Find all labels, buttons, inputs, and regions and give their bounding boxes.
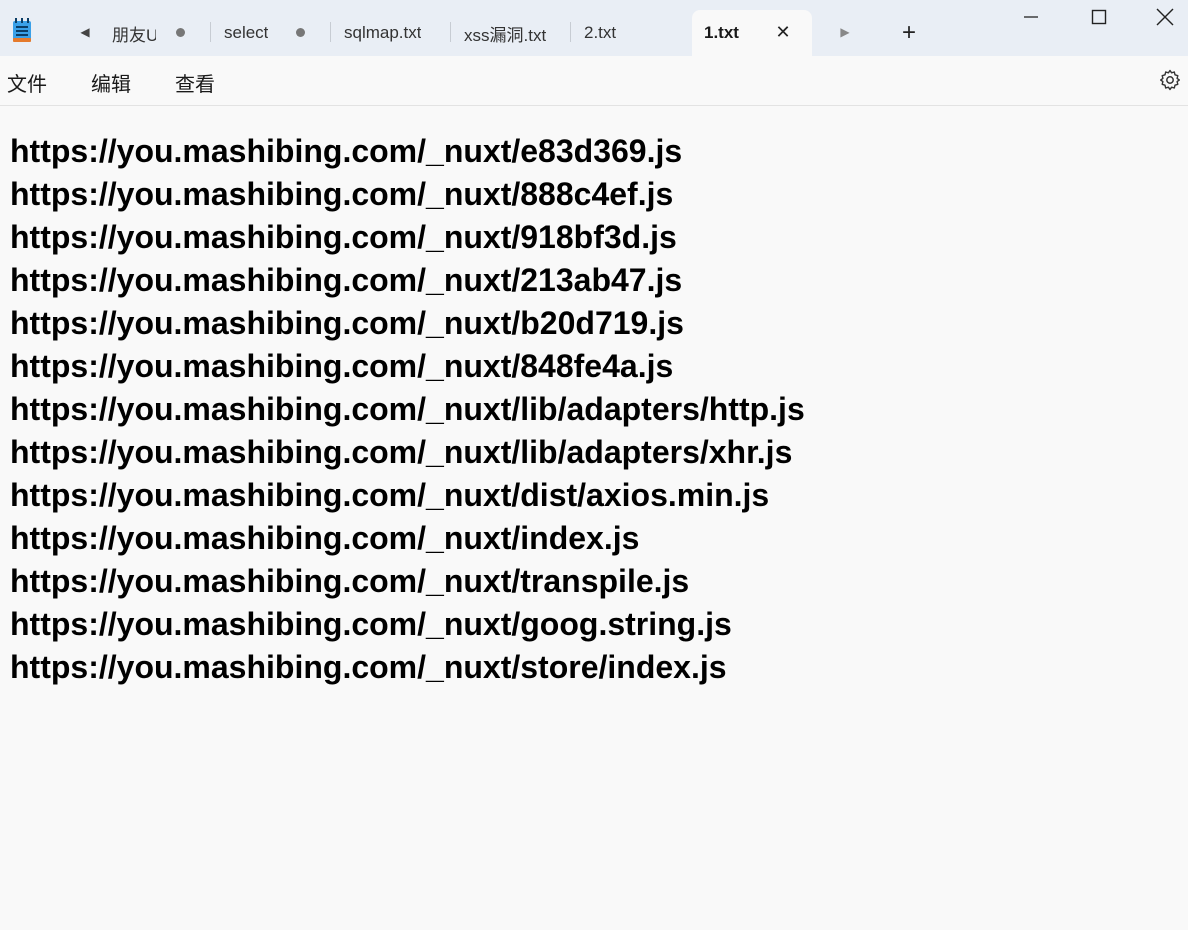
- tab-select[interactable]: select: [212, 10, 328, 56]
- text-line: https://you.mashibing.com/_nuxt/dist/axi…: [10, 477, 770, 513]
- settings-gear-icon[interactable]: [1158, 68, 1182, 92]
- tab-label: 1.txt: [704, 23, 739, 42]
- tab-label: sqlmap.txt: [344, 23, 422, 42]
- tab-pengyou[interactable]: 朋友U: [104, 10, 204, 56]
- maximize-button[interactable]: [1076, 0, 1122, 34]
- menu-file[interactable]: 文件: [7, 68, 47, 97]
- text-editor[interactable]: https://you.mashibing.com/_nuxt/e83d369.…: [0, 106, 1188, 930]
- text-line: https://you.mashibing.com/_nuxt/lib/adap…: [10, 434, 793, 470]
- menu-edit[interactable]: 编辑: [91, 68, 131, 97]
- minimize-button[interactable]: [1008, 0, 1054, 34]
- tab-sqlmap[interactable]: sqlmap.txt: [332, 10, 448, 56]
- tab-1-txt[interactable]: 1.txt ✕: [692, 10, 812, 56]
- text-line: https://you.mashibing.com/_nuxt/b20d719.…: [10, 305, 684, 341]
- scroll-tabs-left-icon[interactable]: ◀: [76, 22, 94, 42]
- tab-separator: [330, 22, 331, 42]
- text-line: https://you.mashibing.com/_nuxt/213ab47.…: [10, 262, 683, 298]
- close-window-button[interactable]: [1142, 0, 1188, 34]
- scroll-tabs-right-icon[interactable]: ▶: [836, 22, 854, 42]
- maximize-icon: [1091, 9, 1107, 25]
- new-tab-button[interactable]: +: [896, 19, 922, 46]
- text-line: https://you.mashibing.com/_nuxt/918bf3d.…: [10, 219, 677, 255]
- close-tab-icon[interactable]: ✕: [774, 22, 792, 42]
- tab-separator: [210, 22, 211, 42]
- tab-label: select: [224, 23, 269, 42]
- title-bar: ◀ 朋友U select sqlmap.txt xss漏洞.txt 2.txt …: [0, 0, 1188, 56]
- text-line: https://you.mashibing.com/_nuxt/goog.str…: [10, 606, 732, 642]
- menu-view[interactable]: 查看: [175, 68, 215, 97]
- unsaved-dot-icon: [176, 28, 185, 37]
- text-line: https://you.mashibing.com/_nuxt/store/in…: [10, 649, 727, 685]
- tab-separator: [570, 22, 571, 42]
- tab-xss[interactable]: xss漏洞.txt: [452, 10, 568, 56]
- unsaved-dot-icon: [296, 28, 305, 37]
- tab-separator: [450, 22, 451, 42]
- tab-label: 朋友U: [112, 25, 156, 45]
- tab-label: xss漏洞.txt: [464, 25, 547, 45]
- text-line: https://you.mashibing.com/_nuxt/e83d369.…: [10, 133, 683, 169]
- minimize-icon: [1024, 16, 1038, 18]
- close-icon: [1156, 8, 1174, 26]
- text-line: https://you.mashibing.com/_nuxt/848fe4a.…: [10, 348, 674, 384]
- tab-2-txt[interactable]: 2.txt: [572, 10, 688, 56]
- text-line: https://you.mashibing.com/_nuxt/transpil…: [10, 563, 690, 599]
- notepad-icon: [13, 18, 31, 42]
- text-line: https://you.mashibing.com/_nuxt/lib/adap…: [10, 391, 805, 427]
- text-line: https://you.mashibing.com/_nuxt/888c4ef.…: [10, 176, 674, 212]
- tab-label: 2.txt: [584, 23, 617, 42]
- menu-bar: 文件 编辑 查看: [0, 56, 1188, 106]
- text-line: https://you.mashibing.com/_nuxt/index.js: [10, 520, 640, 556]
